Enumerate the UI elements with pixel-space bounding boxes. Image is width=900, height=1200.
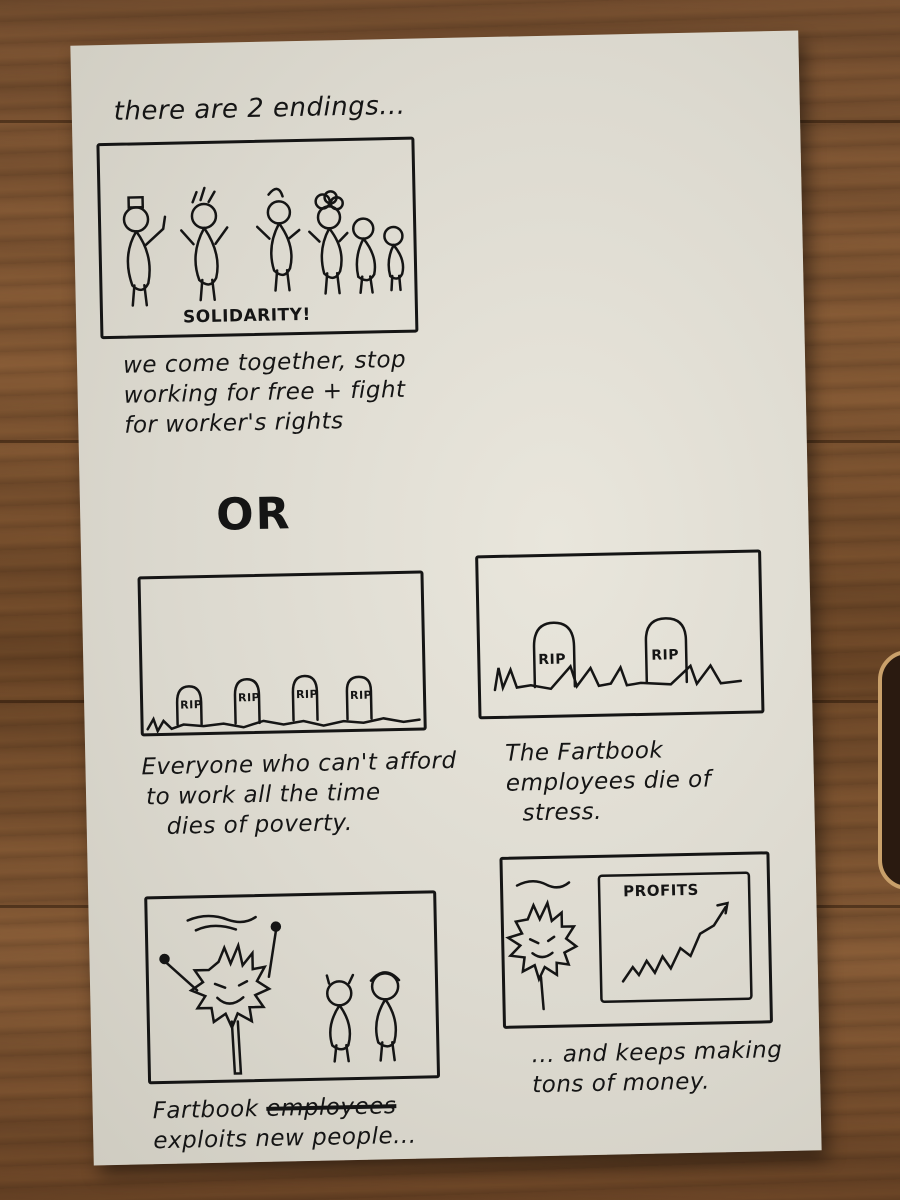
panel-stress-graves: RIP RIP: [475, 549, 765, 720]
mug-edge: [878, 650, 900, 890]
profits-label: PROFITS: [622, 880, 700, 901]
caption-line: dies of poverty.: [166, 810, 353, 840]
rip-label: RIP: [237, 690, 261, 705]
caption-line: ... and keeps making: [531, 1037, 783, 1069]
graves-drawing: [493, 617, 743, 692]
exploit-drawing: [159, 914, 401, 1075]
rip-label: RIP: [295, 687, 319, 702]
comic-card: there are 2 endings... SOLIDARITY! we co…: [70, 30, 822, 1166]
panel3-caption: The Fartbook employees die of stress.: [505, 734, 712, 828]
rip-label: RIP: [349, 688, 373, 703]
caption-line: The Fartbook: [505, 737, 664, 767]
scribbled-out-word: employees: [266, 1093, 397, 1122]
panel1-caption: we come together, stop working for free …: [123, 345, 408, 441]
or-label: OR: [215, 488, 293, 541]
panel4-caption: Fartbook employees exploits new people..…: [152, 1091, 416, 1157]
caption-line: employees die of: [505, 766, 712, 797]
solidarity-label: SOLIDARITY!: [182, 304, 311, 328]
panel-poverty-graves: RIP RIP RIP RIP: [137, 570, 427, 737]
panel-solidarity: SOLIDARITY!: [96, 136, 419, 340]
fartbook-word: Fartbook: [152, 1096, 259, 1125]
panel-exploits: [144, 890, 441, 1085]
panel5-caption: ... and keeps making tons of money.: [531, 1035, 783, 1100]
rip-label: RIP: [651, 647, 680, 664]
caption-line: tons of money.: [531, 1068, 711, 1099]
panel-profits: PROFITS: [499, 851, 773, 1029]
rip-label: RIP: [538, 651, 567, 669]
caption-line: for worker's rights: [124, 408, 344, 439]
caption-line: exploits new people...: [153, 1122, 417, 1155]
panel2-caption: Everyone who can't afford to work all th…: [141, 746, 458, 843]
caption-line: stress.: [522, 798, 603, 827]
rip-label: RIP: [180, 698, 203, 712]
caption-line: working for free + fight: [123, 376, 406, 409]
comic-title: there are 2 endings...: [113, 90, 406, 127]
